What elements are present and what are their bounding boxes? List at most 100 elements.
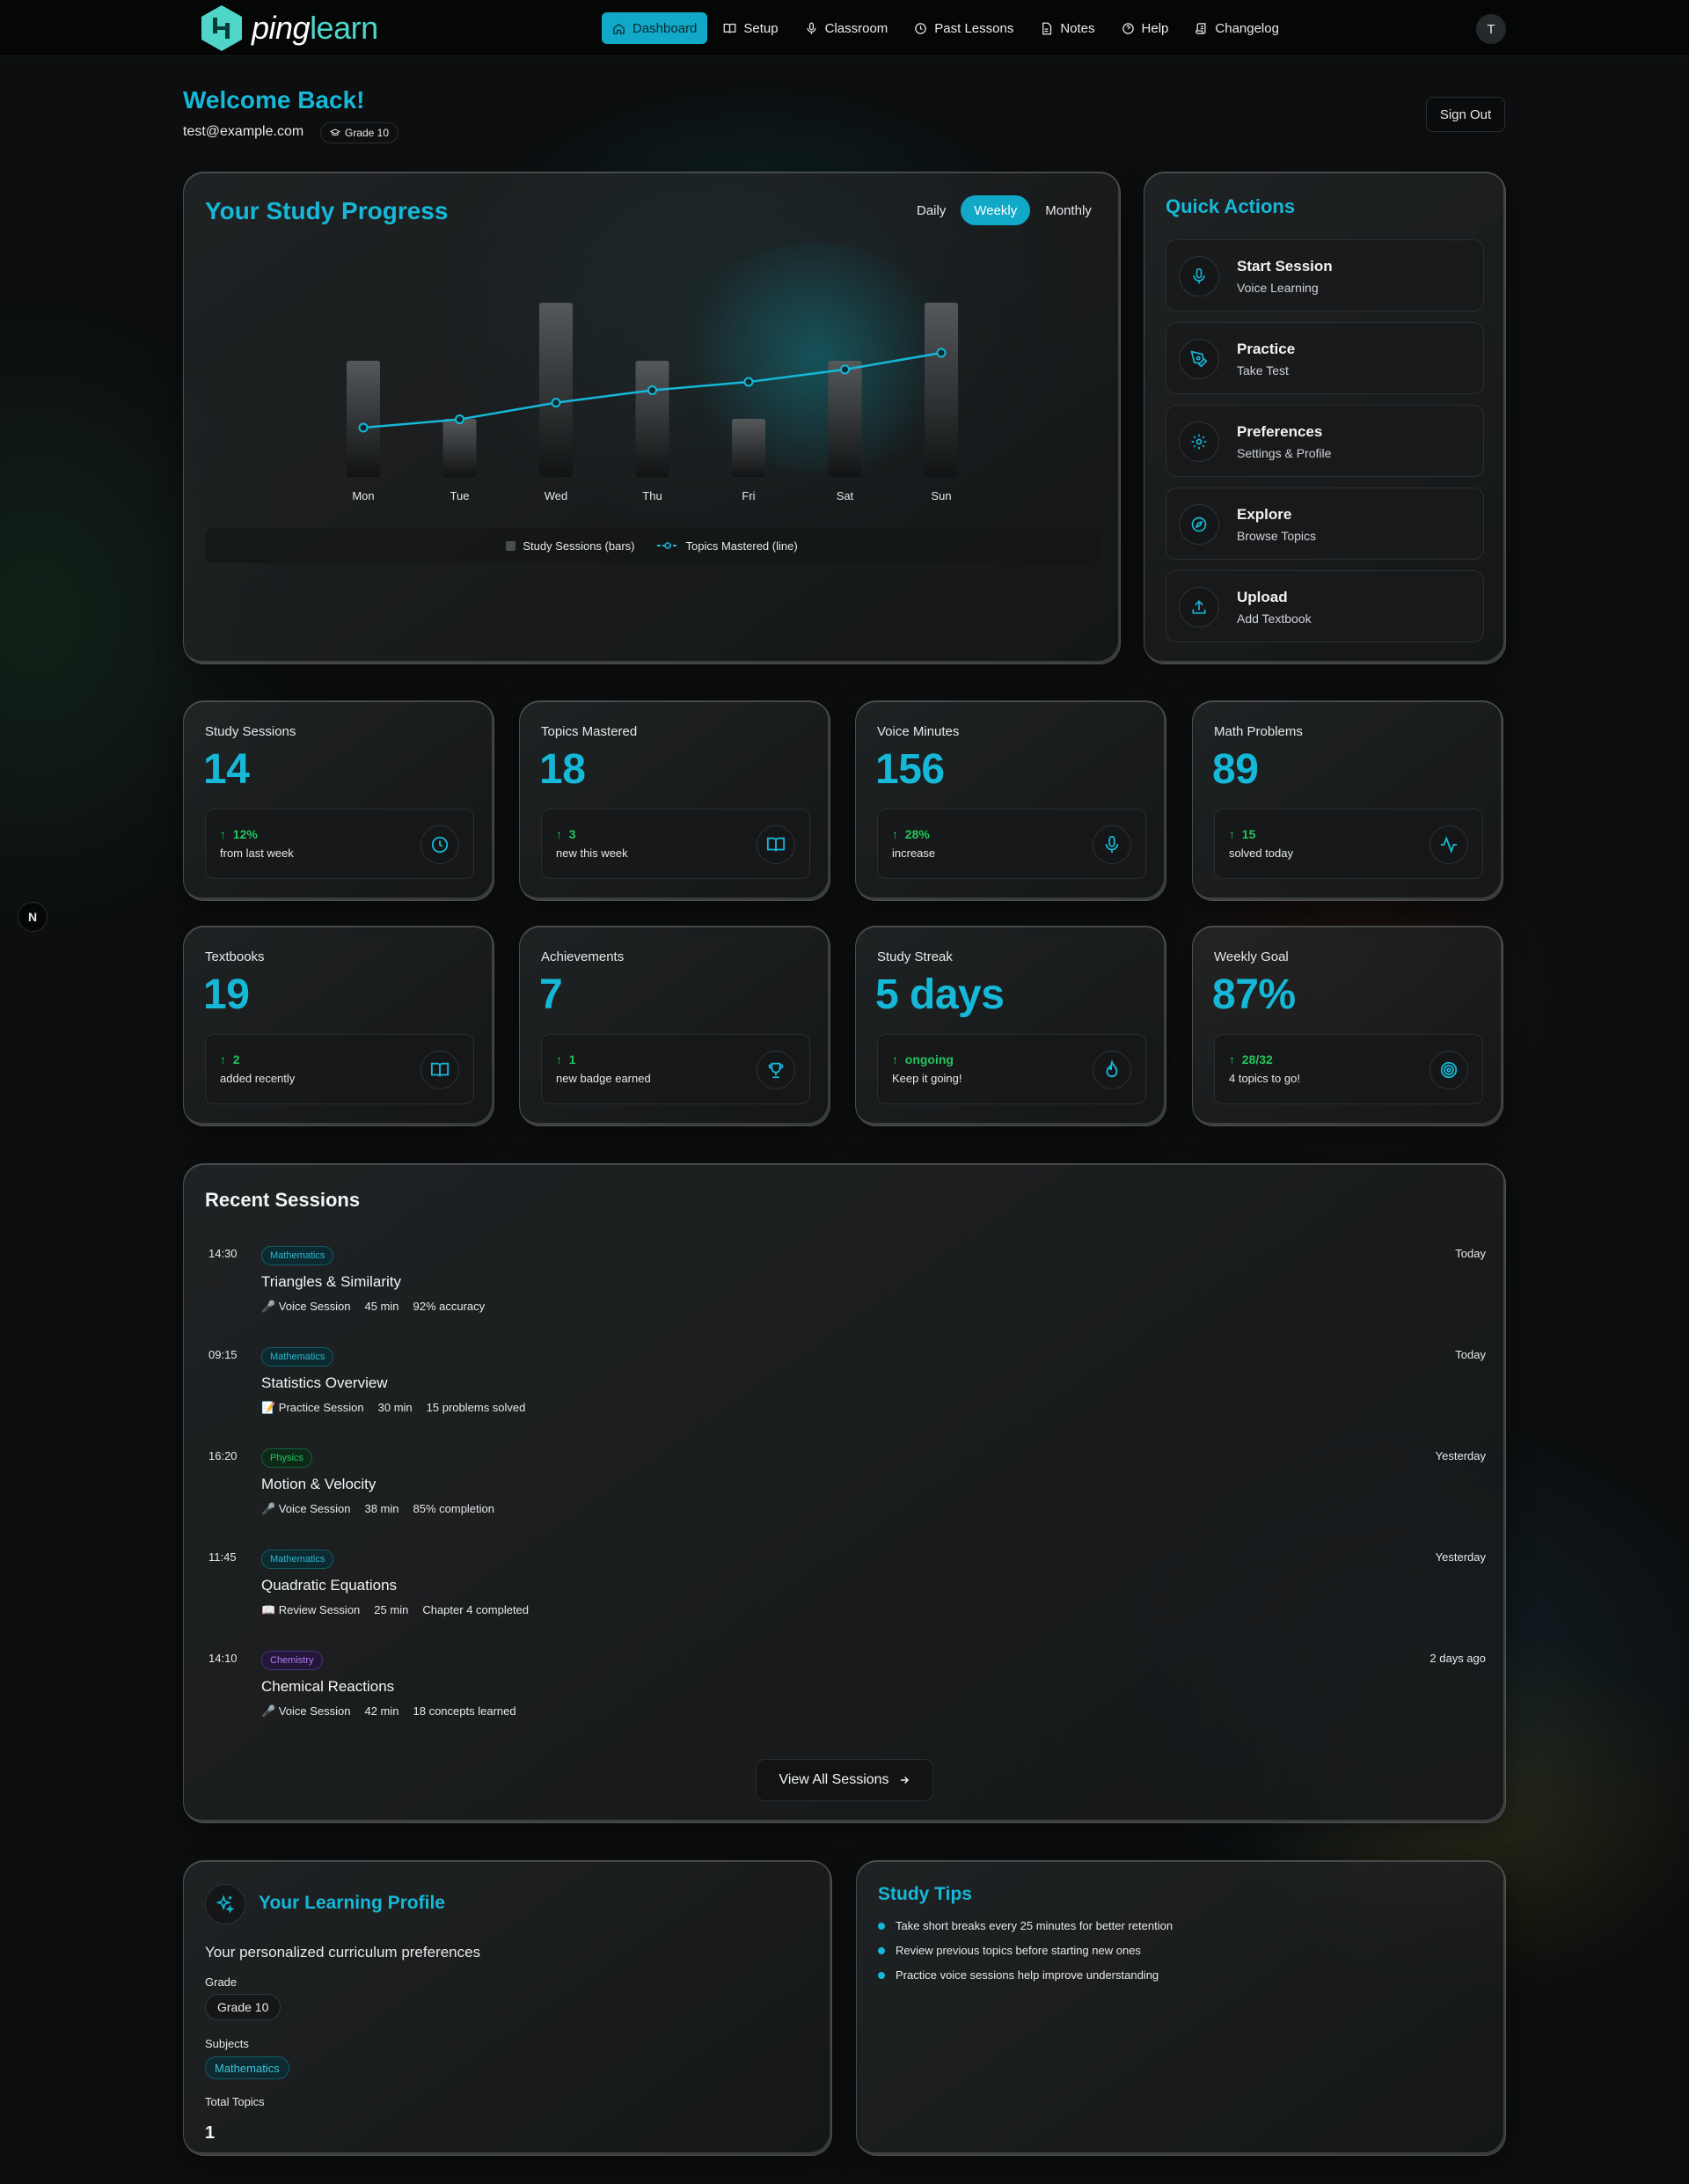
session-duration: 45 min (364, 1300, 399, 1313)
qa-preferences[interactable]: Preferences Settings & Profile (1166, 405, 1484, 477)
logo-text: pinglearn (252, 10, 378, 46)
study-progress-card: Your Study Progress Daily Weekly Monthly… (183, 172, 1121, 664)
legend-swatch-line (656, 542, 678, 549)
gear-icon (1191, 434, 1207, 450)
help-circle-icon (1122, 22, 1134, 34)
bar-sun (925, 303, 958, 477)
stat-change: ↑ 15 (1229, 827, 1256, 841)
x-tick-label: Fri (742, 489, 755, 502)
pen-tool-icon (1190, 350, 1208, 368)
subjects-label: Subjects (205, 2037, 249, 2050)
stat-detail: ↑ 3 new this week (541, 809, 810, 879)
session-row[interactable]: 14:30 Mathematics Triangles & Similarity 🎤 … (184, 1246, 1507, 1335)
nav-setup[interactable]: Setup (713, 12, 788, 44)
stat-study-sessions: Study Sessions 14 ↑ 12% from last week (183, 700, 494, 901)
bar-fri (732, 419, 765, 477)
qa-explore[interactable]: Explore Browse Topics (1166, 487, 1484, 560)
session-row[interactable]: 09:15 Mathematics Statistics Overview 📝 Pra… (184, 1347, 1507, 1436)
home-icon (613, 23, 625, 34)
session-row[interactable]: 16:20 Physics Motion & Velocity 🎤 Voice Ses… (184, 1448, 1507, 1537)
stat-icon-wrap (1429, 1051, 1468, 1089)
session-meta: 🎤 Voice Session 38 min 85% completion (261, 1502, 494, 1516)
qa-icon-wrap (1179, 256, 1219, 297)
line-point-sun (936, 348, 947, 358)
subject-tag: Mathematics (261, 1550, 334, 1569)
stat-weekly-goal: Weekly Goal 87% ↑ 28/32 4 topics to go! (1192, 926, 1503, 1126)
stat-study-streak: Study Streak 5 days ↑ ongoing Keep it go… (855, 926, 1166, 1126)
session-day: Yesterday (1435, 1449, 1486, 1462)
view-all-sessions-button[interactable]: View All Sessions (756, 1759, 933, 1801)
microphone-icon (1193, 268, 1205, 284)
book-open-icon (766, 837, 786, 852)
session-day: Today (1455, 1348, 1486, 1361)
user-avatar[interactable]: T (1476, 14, 1506, 44)
line-point-sat (840, 364, 850, 375)
sign-out-button[interactable]: Sign Out (1426, 97, 1505, 132)
qa-sub: Settings & Profile (1237, 446, 1332, 460)
stat-icon-wrap (1093, 1051, 1131, 1089)
profile-title: Your Learning Profile (259, 1893, 445, 1913)
x-tick-label: Wed (545, 489, 568, 502)
qa-icon-wrap (1179, 339, 1219, 379)
session-duration: 38 min (364, 1502, 399, 1515)
stat-change: ↑ 12% (220, 827, 258, 841)
qa-start-session[interactable]: Start Session Voice Learning (1166, 239, 1484, 311)
nav-past-lessons[interactable]: Past Lessons (903, 12, 1024, 44)
scroll-icon (1195, 22, 1206, 34)
stat-change: ↑ 2 (220, 1052, 240, 1066)
session-day: Yesterday (1435, 1550, 1486, 1564)
stat-note: solved today (1229, 846, 1293, 860)
qa-upload[interactable]: Upload Add Textbook (1166, 570, 1484, 642)
session-row[interactable]: 14:10 Chemistry Chemical Reactions 🎤 Voice … (184, 1651, 1507, 1740)
session-row[interactable]: 11:45 Mathematics Quadratic Equations 📖 Rev… (184, 1550, 1507, 1638)
stat-note: 4 topics to go! (1229, 1072, 1300, 1085)
x-tick-label: Thu (642, 489, 662, 502)
qa-practice[interactable]: Practice Take Test (1166, 322, 1484, 394)
line-point-thu (647, 385, 657, 395)
session-title: Quadratic Equations (261, 1577, 398, 1594)
session-detail: 85% completion (413, 1502, 495, 1515)
dev-tools-badge[interactable]: N (18, 902, 48, 932)
total-topics-value: 1 (205, 2123, 216, 2143)
nav-notes[interactable]: Notes (1029, 12, 1105, 44)
session-duration: 30 min (377, 1401, 413, 1414)
qa-label: Start Session (1237, 258, 1333, 275)
tip-item: Take short breaks every 25 minutes for b… (878, 1919, 1173, 1932)
stat-label: Achievements (541, 949, 625, 964)
stat-label: Study Streak (877, 949, 953, 964)
qa-label: Explore (1237, 506, 1292, 523)
stat-value: 156 (875, 746, 945, 793)
session-meta: 🎤 Voice Session 45 min 92% accuracy (261, 1300, 485, 1314)
stat-value: 87% (1212, 971, 1296, 1018)
session-duration: 42 min (364, 1704, 399, 1718)
stat-value: 89 (1212, 746, 1259, 793)
stat-textbooks: Textbooks 19 ↑ 2 added recently (183, 926, 494, 1126)
logo[interactable]: pinglearn (199, 4, 378, 53)
target-icon (1440, 1061, 1458, 1079)
quick-actions-card: Quick Actions Start Session Voice Learni… (1144, 172, 1506, 664)
session-title: Triangles & Similarity (261, 1273, 402, 1290)
qa-label: Upload (1237, 589, 1288, 605)
nav-help[interactable]: Help (1111, 12, 1180, 44)
session-day: Today (1455, 1247, 1486, 1260)
session-kind: 🎤 Voice Session (261, 1502, 351, 1515)
nav-changelog[interactable]: Changelog (1184, 12, 1290, 44)
session-detail: 92% accuracy (413, 1300, 486, 1313)
nav-dashboard[interactable]: Dashboard (602, 12, 708, 44)
bullet-icon (878, 1971, 885, 1979)
session-kind: 🎤 Voice Session (261, 1704, 351, 1718)
stat-icon-wrap (1429, 825, 1468, 864)
subject-tag: Physics (261, 1448, 312, 1468)
graduation-cap-icon (330, 128, 340, 136)
stat-change: ↑ 28% (892, 827, 930, 841)
stat-detail: ↑ 15 solved today (1214, 809, 1483, 879)
subject-tag: Chemistry (261, 1651, 323, 1670)
nav-classroom[interactable]: Classroom (794, 12, 899, 44)
stat-icon-wrap (1093, 825, 1131, 864)
microphone-icon (1105, 835, 1119, 854)
bullet-icon (878, 1922, 885, 1930)
total-topics-label: Total Topics (205, 2095, 265, 2108)
stat-label: Math Problems (1214, 724, 1303, 739)
sparkles-icon (216, 1895, 235, 1914)
study-tips-card: Study Tips Take short breaks every 25 mi… (856, 1860, 1506, 2156)
